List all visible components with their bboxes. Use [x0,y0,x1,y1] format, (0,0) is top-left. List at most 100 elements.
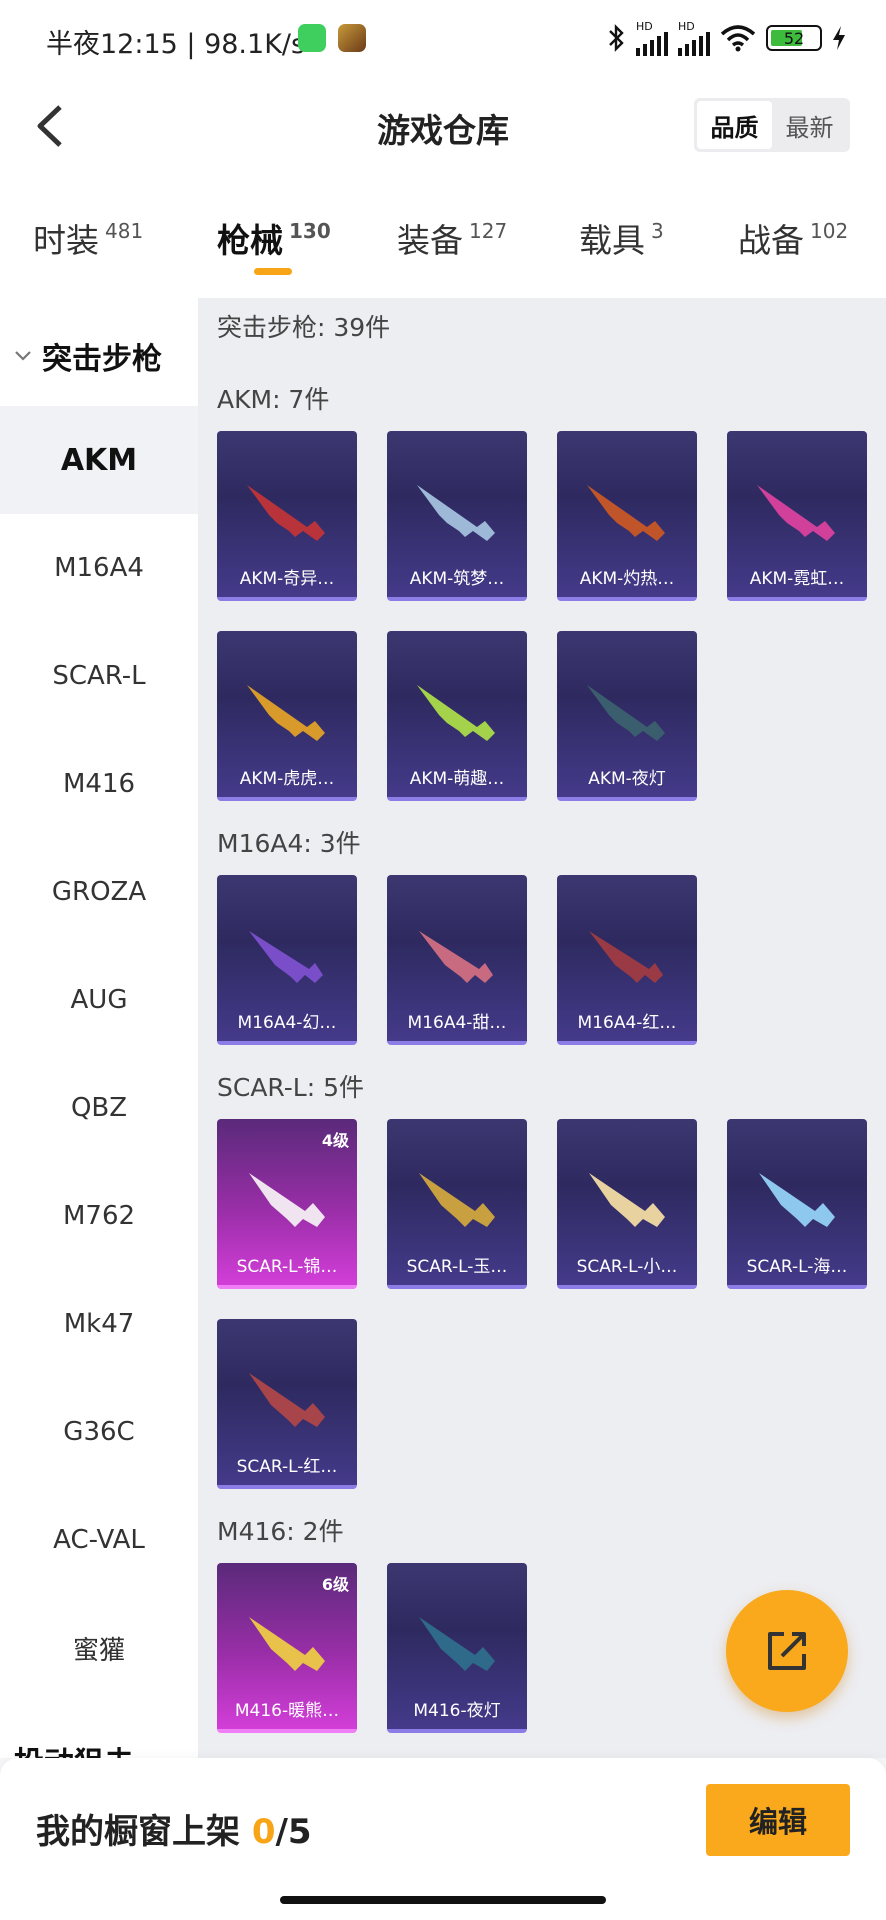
sort-option-quality[interactable]: 品质 [697,101,772,149]
item-name: AKM-萌趣… [409,769,505,789]
game-notification-icon [338,24,366,52]
tab-guns[interactable]: 枪械 130 [217,214,331,262]
group-header-akm: AKM: 7件 [217,385,330,414]
group-header-m16a4: M16A4: 3件 [217,829,361,858]
edit-button[interactable]: 编辑 [706,1784,850,1856]
sort-toggle: 品质 最新 [694,98,850,152]
item-card[interactable]: 4级 SCAR-L-锦… [217,1119,357,1289]
gun-skin-icon [589,931,663,983]
group-header-m416: M416: 2件 [217,1517,344,1546]
share-external-icon [768,1632,806,1670]
item-name: SCAR-L-小… [576,1257,678,1277]
item-card[interactable]: M16A4-红… [557,875,697,1045]
shelf-label: 我的橱窗上架 [36,1812,240,1852]
wifi-icon [720,25,756,52]
item-card[interactable]: M16A4-甜… [387,875,527,1045]
tab-count: 130 [289,219,331,243]
gun-skin-icon [419,1173,495,1227]
item-name: M16A4-幻… [237,1013,337,1033]
item-card[interactable]: SCAR-L-海… [727,1119,867,1289]
tab-label: 载具 [579,221,645,260]
category-tabs: 时装 481 枪械 130 装备 127 载具 3 战备 102 [0,174,886,298]
gun-skin-icon [247,485,325,541]
item-name: SCAR-L-玉… [406,1257,508,1277]
tab-vehicles[interactable]: 载具 3 [579,214,664,262]
sidebar-category-label: 突击步枪 [42,342,162,377]
sort-option-newest[interactable]: 最新 [772,101,847,149]
sidebar-category[interactable]: 突击步枪 [14,334,162,378]
gun-skin-icon [587,485,665,541]
sidebar-item-groza[interactable]: GROZA [0,838,198,946]
bluetooth-icon [609,24,624,52]
item-name: AKM-筑梦… [409,569,505,589]
sidebar-item-ac-val[interactable]: AC-VAL [0,1486,198,1594]
item-card[interactable]: AKM-奇异… [217,431,357,601]
gun-skin-icon [249,1173,325,1227]
item-name: AKM-奇异… [239,569,335,589]
tab-count: 127 [469,219,508,243]
item-card[interactable]: AKM-萌趣… [387,631,527,801]
item-name: M16A4-甜… [407,1013,507,1033]
tab-label: 枪械 [217,221,283,260]
tab-equipment[interactable]: 装备 127 [397,214,507,262]
item-card[interactable]: AKM-虎虎… [217,631,357,801]
share-button[interactable] [726,1590,848,1712]
sidebar-next-category[interactable]: 投动狙击 [14,1738,134,1758]
signal-2-label: HD [678,19,695,33]
item-name: AKM-虎虎… [239,769,335,789]
chevron-down-icon [15,351,31,361]
gun-skin-icon [759,1173,835,1227]
shelf-count: 0 [251,1812,276,1852]
footer-bar: 我的橱窗上架 0/5 编辑 [0,1758,886,1920]
sidebar-item-aug[interactable]: AUG [0,946,198,1054]
tab-count: 102 [810,219,849,243]
item-name: AKM-霓虹… [749,569,845,589]
category-count-header: 突击步枪: 39件 [217,313,391,342]
home-indicator[interactable] [280,1896,606,1904]
sidebar: 突击步枪 AKM M16A4 SCAR-L M416 GROZA AUG QBZ… [0,298,198,1758]
item-card[interactable]: AKM-夜灯 [557,631,697,801]
item-card[interactable]: AKM-灼热… [557,431,697,601]
status-indicators: HD HD 52 [606,20,846,56]
item-card[interactable]: SCAR-L-小… [557,1119,697,1289]
sidebar-item-m416[interactable]: M416 [0,730,198,838]
tab-count: 3 [651,219,664,243]
gun-skin-icon [589,1173,665,1227]
gun-skin-icon [587,685,665,741]
gun-skin-icon [249,931,323,983]
item-name: SCAR-L-红… [236,1457,338,1477]
app-notification-icon [298,24,326,52]
item-card[interactable]: M16A4-幻… [217,875,357,1045]
status-time: 半夜12:15 | 98.1K/s [46,29,306,60]
item-name: AKM-夜灯 [588,769,666,789]
item-grid: 突击步枪: 39件 AKM: 7件 AKM-奇异… AKM-筑梦… AKM-灼热… [198,298,886,1758]
gun-skin-icon [247,685,325,741]
gun-skin-icon [417,685,495,741]
shelf-status: 我的橱窗上架 0/5 [36,1804,312,1853]
item-name: M416-夜灯 [413,1701,501,1721]
gun-skin-icon [249,1373,325,1427]
tab-label: 战备 [738,221,804,260]
item-card[interactable]: SCAR-L-玉… [387,1119,527,1289]
item-card[interactable]: M416-夜灯 [387,1563,527,1733]
item-card[interactable]: SCAR-L-红… [217,1319,357,1489]
item-card[interactable]: 6级 M416-暖熊… [217,1563,357,1733]
active-tab-indicator [254,268,292,275]
tab-costume[interactable]: 时装 481 [33,214,143,262]
sidebar-item-mk47[interactable]: Mk47 [0,1270,198,1378]
sidebar-item-scar-l[interactable]: SCAR-L [0,622,198,730]
item-card[interactable]: AKM-霓虹… [727,431,867,601]
item-name: M416-暖熊… [234,1701,340,1721]
header: 游戏仓库 品质 最新 [0,78,886,174]
sidebar-item-akm[interactable]: AKM [0,406,198,514]
item-card[interactable]: AKM-筑梦… [387,431,527,601]
sidebar-item-m16a4[interactable]: M16A4 [0,514,198,622]
tab-count: 481 [105,219,144,243]
sidebar-item-qbz[interactable]: QBZ [0,1054,198,1162]
sidebar-item-m762[interactable]: M762 [0,1162,198,1270]
sidebar-item-honey-badger[interactable]: 蜜獾 [0,1594,198,1702]
gun-skin-icon [249,1617,325,1671]
tab-battle-gear[interactable]: 战备 102 [738,214,848,262]
sidebar-item-g36c[interactable]: G36C [0,1378,198,1486]
item-level-badge: 4级 [321,1131,349,1150]
